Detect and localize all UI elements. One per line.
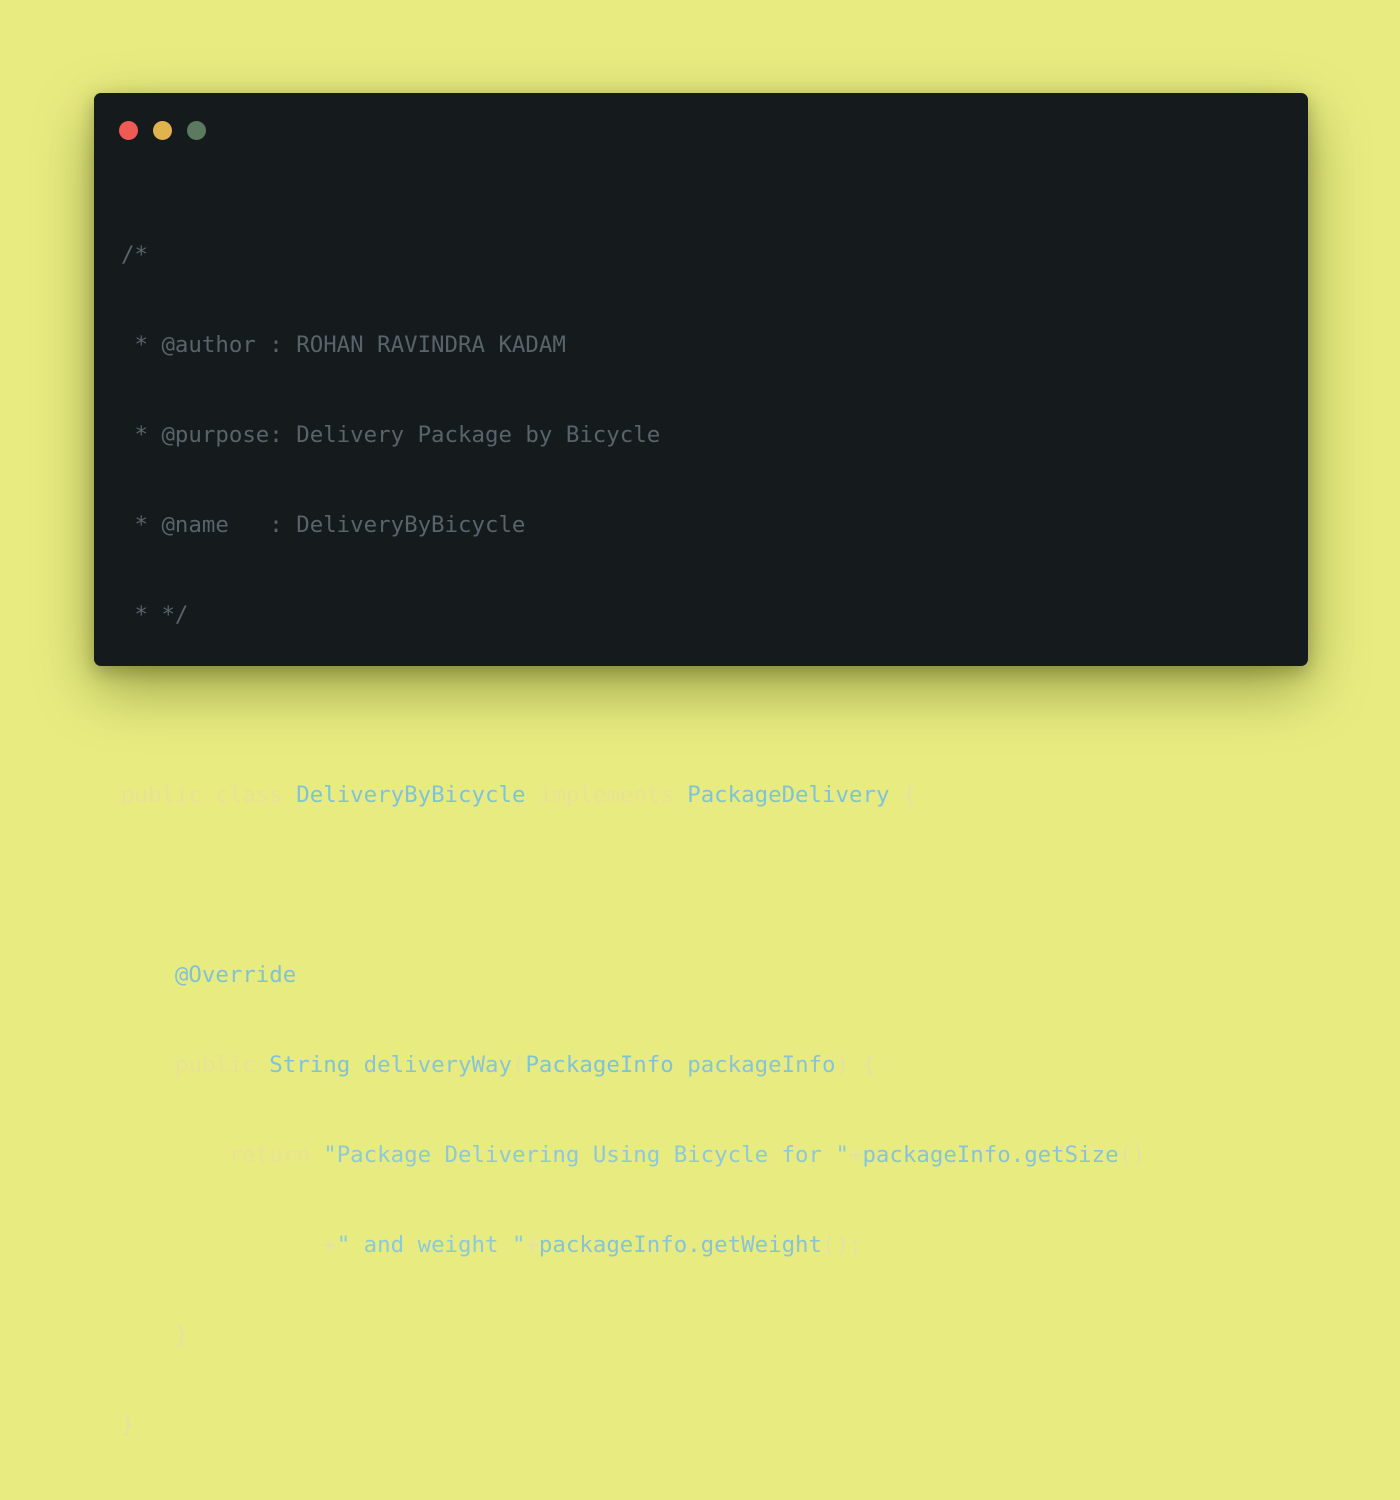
param-name: packageInfo <box>687 1052 836 1078</box>
code-block: /* * @author : ROHAN RAVINDRA KADAM * @p… <box>121 180 1146 1500</box>
method-open-brace: ) { <box>835 1052 876 1078</box>
code-line-class-close: } <box>121 1410 1146 1440</box>
code-line-method-close: } <box>121 1320 1146 1350</box>
code-line-class-decl: public class DeliveryByBicycle implement… <box>121 780 1146 810</box>
class-name: DeliveryByBicycle <box>296 782 526 808</box>
code-line-return: return "Package Delivering Using Bicycle… <box>121 1140 1146 1170</box>
string-literal: "Package Delivering Using Bicycle for " <box>323 1142 849 1168</box>
class-close-brace: } <box>121 1412 135 1438</box>
comment-open: /* <box>121 242 148 268</box>
code-line-annotation: @Override <box>121 960 1146 990</box>
code-line-method-decl: public String deliveryWay(PackageInfo pa… <box>121 1050 1146 1080</box>
open-paren: ( <box>511 1052 526 1078</box>
plus-operator: + <box>848 1142 863 1168</box>
method-call: packageInfo.getSize <box>862 1142 1119 1168</box>
comment-author: * @author : ROHAN RAVINDRA KADAM <box>121 332 566 358</box>
keyword-implements: implements <box>538 782 674 808</box>
comment-purpose: * @purpose: Delivery Package by Bicycle <box>121 422 661 448</box>
keyword-public: public <box>121 782 202 808</box>
return-type: String <box>269 1052 351 1078</box>
maximize-window-dot[interactable] <box>187 121 206 140</box>
code-line-author: * @author : ROHAN RAVINDRA KADAM <box>121 330 1146 360</box>
method-name: deliveryWay <box>363 1052 512 1078</box>
keyword-public: public <box>174 1052 256 1078</box>
close-window-dot[interactable] <box>119 121 138 140</box>
call-parens: () <box>1118 1142 1146 1168</box>
override-annotation: @Override <box>174 962 297 988</box>
keyword-return: return <box>228 1142 310 1168</box>
class-open-brace: { <box>902 782 917 808</box>
call-parens: (); <box>822 1232 863 1258</box>
keyword-class: class <box>215 782 283 808</box>
code-line-name: * @name : DeliveryByBicycle <box>121 510 1146 540</box>
minimize-window-dot[interactable] <box>153 121 172 140</box>
comment-name: * @name : DeliveryByBicycle <box>121 512 526 538</box>
code-window: /* * @author : ROHAN RAVINDRA KADAM * @p… <box>94 93 1308 1438</box>
param-type: PackageInfo <box>525 1052 674 1078</box>
code-line-comment-close: * */ <box>121 600 1146 630</box>
method-close-brace: } <box>174 1322 189 1348</box>
code-line-comment-open: /* <box>121 240 1146 270</box>
plus-operator: + <box>323 1232 337 1258</box>
method-call: packageInfo.getWeight <box>538 1232 823 1258</box>
string-literal: " and weight " <box>336 1232 526 1258</box>
code-line-purpose: * @purpose: Delivery Package by Bicycle <box>121 420 1146 450</box>
plus-operator: + <box>525 1232 539 1258</box>
interface-name: PackageDelivery <box>687 782 890 808</box>
traffic-lights <box>119 121 206 140</box>
code-line-continuation: +" and weight "+packageInfo.getWeight(); <box>121 1230 1146 1260</box>
comment-close: * */ <box>121 602 189 628</box>
